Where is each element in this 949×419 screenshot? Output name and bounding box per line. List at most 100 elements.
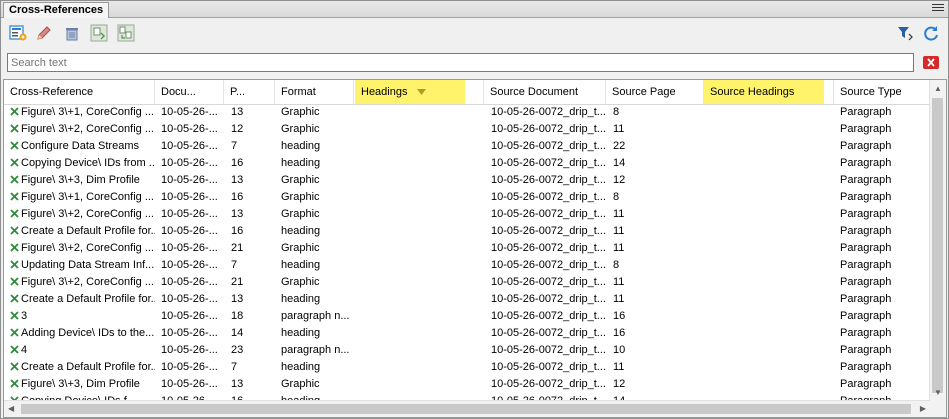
horizontal-scrollbar[interactable]: ◀ ▶ [4,400,930,417]
cell-document: 10-05-26-... [157,155,225,172]
cell-page: 13 [227,291,275,308]
refresh-icon[interactable] [922,24,940,42]
cell-page-text: 21 [231,242,244,254]
cell-page: 21 [227,274,275,291]
cell-document-text: 10-05-26-... [161,344,218,356]
scroll-up-arrow-icon[interactable]: ▲ [934,84,942,94]
table-row[interactable]: Figure\ 3\+2, CoreConfig ... 10-05-26-...… [4,274,930,291]
cell-source-type-text: Paragraph [840,225,892,237]
cell-format: Graphic [277,274,355,291]
vertical-scroll-thumb[interactable] [932,98,943,393]
cell-source-page: 11 [609,274,704,291]
cell-page-text: 13 [231,378,244,390]
table-row[interactable]: 4 10-05-26-... 23 paragraph n... 10-05-26-00… [4,342,930,359]
insert-cross-reference-icon[interactable] [9,24,27,42]
delete-icon[interactable] [63,24,81,42]
cell-document: 10-05-26-... [157,257,225,274]
search-input[interactable] [7,53,914,72]
cell-source-type: Paragraph [836,291,930,308]
cell-format: heading [277,155,355,172]
cell-source-document: 10-05-26-0072_drip_t... [487,206,607,223]
table-row[interactable]: Figure\ 3\+3, Dim Profile 10-05-26-... 13 G… [4,172,930,189]
column-header-source-document[interactable]: Source Document [484,80,606,104]
cell-format: Graphic [277,240,355,257]
cell-page: 21 [227,240,275,257]
table-row[interactable]: Updating Data Stream Inf... 10-05-26-... 7… [4,257,930,274]
cell-cross-reference: Figure\ 3\+3, Dim Profile [6,172,155,189]
cell-source-type: Paragraph [836,104,930,121]
cell-document: 10-05-26-... [157,121,225,138]
table-row[interactable]: Figure\ 3\+2, CoreConfig ... 10-05-26-...… [4,121,930,138]
table-row[interactable]: Configure Data Streams 10-05-26-... 7 headi… [4,138,930,155]
tab-cross-references[interactable]: Cross-References [3,2,110,18]
column-header-source-page[interactable]: Source Page [606,80,704,104]
table-row[interactable]: Figure\ 3\+2, CoreConfig ... 10-05-26-...… [4,206,930,223]
cell-page: 7 [227,359,275,376]
filter-icon[interactable] [896,24,914,42]
cell-source-page: 11 [609,240,704,257]
table-row[interactable]: Create a Default Profile for... 10-05-26-… [4,359,930,376]
cell-cross-reference: 3 [6,308,155,325]
cell-cross-reference-text: Figure\ 3\+3, Dim Profile [21,378,140,390]
cell-source-document: 10-05-26-0072_drip_t... [487,104,607,121]
scroll-right-arrow-icon[interactable]: ▶ [920,404,926,414]
column-header-source-type[interactable]: Source Type [834,80,930,104]
table-row[interactable]: Create a Default Profile for... 10-05-26-… [4,291,930,308]
table-row[interactable]: Figure\ 3\+2, CoreConfig ... 10-05-26-...… [4,240,930,257]
xref-status-icon [10,343,19,354]
cell-source-type: Paragraph [836,359,930,376]
cell-format: paragraph n... [277,308,355,325]
clear-search-icon[interactable] [922,55,940,70]
cell-source-page: 8 [609,104,704,121]
table-row[interactable]: Figure\ 3\+3, Dim Profile 10-05-26-... 13 G… [4,376,930,393]
cell-page-text: 12 [231,123,244,135]
xref-status-icon [10,122,19,133]
cell-page-text: 13 [231,293,244,305]
table-row[interactable]: Figure\ 3\+1, CoreConfig ... 10-05-26-...… [4,189,930,206]
horizontal-scroll-thumb[interactable] [21,404,911,414]
update-all-icon[interactable] [117,24,135,42]
cell-source-type-text: Paragraph [840,242,892,254]
table-row[interactable]: 3 10-05-26-... 18 paragraph n... 10-05-26-00… [4,308,930,325]
column-header-format[interactable]: Format [275,80,354,104]
cell-format: Graphic [277,121,355,138]
cell-cross-reference-text: Adding Device\ IDs to the... [21,327,155,339]
cell-source-page: 16 [609,325,704,342]
cell-document-text: 10-05-26-... [161,361,218,373]
column-header-source-headings[interactable]: Source Headings [704,80,824,104]
cell-document: 10-05-26-... [157,359,225,376]
table-row[interactable]: Adding Device\ IDs to the... 10-05-26-...… [4,325,930,342]
update-selected-icon[interactable] [90,24,108,42]
cell-document-text: 10-05-26-... [161,293,218,305]
cell-cross-reference-text: Figure\ 3\+2, CoreConfig ... [21,123,154,135]
cell-format: Graphic [277,172,355,189]
edit-pencil-icon[interactable] [35,24,53,42]
cell-format: heading [277,223,355,240]
cell-format: heading [277,257,355,274]
cell-source-type: Paragraph [836,240,930,257]
xref-status-icon [10,292,19,303]
cell-document: 10-05-26-... [157,342,225,359]
table-row[interactable]: Figure\ 3\+1, CoreConfig ... 10-05-26-...… [4,104,930,121]
cell-cross-reference: Figure\ 3\+2, CoreConfig ... [6,274,155,291]
panel-menu-icon[interactable] [932,4,944,13]
cell-cross-reference: Figure\ 3\+2, CoreConfig ... [6,121,155,138]
cell-cross-reference-text: Updating Data Stream Inf... [21,259,155,271]
cell-source-page-text: 12 [613,174,626,186]
scroll-down-arrow-icon[interactable]: ▼ [934,388,942,398]
xref-status-icon [10,156,19,167]
column-header-headings[interactable]: Headings [355,80,465,104]
cell-source-page-text: 11 [613,208,625,220]
table-row[interactable]: Create a Default Profile for... 10-05-26-… [4,223,930,240]
sort-dropdown-icon[interactable] [417,80,426,104]
cell-source-document-text: 10-05-26-0072_drip_t... [491,242,606,254]
column-header-cross-reference[interactable]: Cross-Reference [4,80,155,104]
scroll-left-arrow-icon[interactable]: ◀ [8,404,14,414]
cell-source-page: 16 [609,308,704,325]
cell-page: 13 [227,104,275,121]
table-row[interactable]: Copying Device\ IDs from ... 10-05-26-...… [4,155,930,172]
column-header-page[interactable]: P... [224,80,275,104]
cell-document-text: 10-05-26-... [161,208,218,220]
column-header-document[interactable]: Docu... [155,80,224,104]
vertical-scrollbar[interactable]: ▲ ▼ [929,80,946,401]
